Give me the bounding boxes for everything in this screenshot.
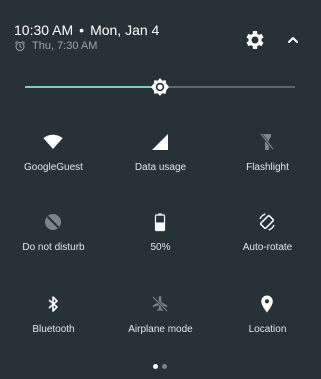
bluetooth-icon [48, 296, 58, 312]
tile-airplane-mode[interactable]: Airplane mode [107, 280, 214, 350]
tile-data-usage[interactable]: Data usage [107, 118, 214, 188]
chevron-up-icon [288, 37, 298, 43]
tile-label: Bluetooth [32, 324, 75, 335]
alarm-text: Thu, 7:30 AM [32, 40, 98, 52]
tile-label: Location [248, 324, 287, 335]
settings-button[interactable] [243, 28, 267, 52]
tile-auto-rotate[interactable]: Auto-rotate [214, 198, 321, 268]
do-not-disturb-icon [45, 214, 61, 230]
airplane-icon [152, 296, 168, 312]
clock-date-row: 10:30 AM • Mon, Jan 4 [14, 21, 159, 39]
tile-do-not-disturb[interactable]: Do not disturb [0, 198, 107, 268]
tile-location[interactable]: Location [214, 280, 321, 350]
brightness-icon [151, 78, 169, 96]
cellular-signal-icon [152, 134, 168, 150]
tile-label: GoogleGuest [24, 162, 83, 173]
page-indicator [150, 364, 170, 370]
date[interactable]: Mon, Jan 4 [90, 22, 159, 38]
flashlight-icon [260, 133, 274, 150]
tile-label: Auto-rotate [242, 242, 293, 253]
clock[interactable]: 10:30 AM [14, 22, 73, 38]
collapse-button[interactable] [283, 30, 303, 50]
tile-label: Data usage [134, 162, 187, 173]
page-dot[interactable] [162, 364, 167, 369]
tile-label: Airplane mode [128, 324, 193, 335]
status-header: 10:30 AM • Mon, Jan 4 Thu, 7:30 AM [0, 0, 321, 64]
tile-label: 50% [150, 242, 171, 253]
page-dot-active[interactable] [153, 364, 158, 369]
tile-flashlight[interactable]: Flashlight [214, 118, 321, 188]
alarm-clock-icon [15, 41, 25, 51]
gear-icon [246, 31, 264, 49]
brightness-slider[interactable] [25, 74, 295, 100]
brightness-thumb[interactable] [150, 77, 170, 97]
next-alarm[interactable]: Thu, 7:30 AM [14, 40, 97, 52]
wifi-icon [43, 134, 63, 149]
separator: • [79, 22, 85, 38]
tile-label: Flashlight [246, 162, 289, 173]
tile-bluetooth[interactable]: Bluetooth [0, 280, 107, 350]
battery-icon [154, 213, 166, 232]
auto-rotate-icon [259, 213, 275, 231]
tile-battery[interactable]: 50% [107, 198, 214, 268]
brightness-fill [25, 86, 160, 88]
tile-wifi[interactable]: GoogleGuest [0, 118, 107, 188]
tile-label: Do not disturb [22, 242, 85, 253]
location-icon [261, 295, 273, 313]
